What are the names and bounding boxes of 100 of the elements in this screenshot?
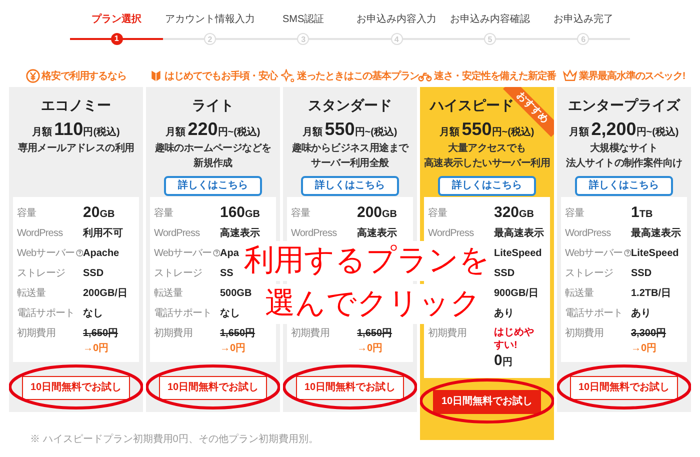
spec-value: Apache	[83, 246, 120, 260]
step-label: お申込み内容確認	[450, 12, 530, 27]
plan-description: 趣味のホームページなどを	[154, 142, 272, 155]
price-label: 月額	[32, 126, 52, 140]
spec-value: なし	[220, 306, 240, 320]
plan-name: エコノミー	[41, 96, 111, 115]
campaign-note: はじめやすい!	[494, 326, 535, 352]
plan-description: 新規作成	[194, 157, 232, 170]
spec-value: 高速表示	[357, 226, 397, 240]
spec-value: LiteSpeed	[494, 246, 542, 260]
details-button[interactable]: 詳しくはこちら	[301, 176, 399, 196]
help-icon[interactable]	[212, 249, 220, 257]
step-label: プラン選択	[92, 12, 142, 27]
spec-value: なし	[83, 306, 103, 320]
spec-label: 電話サポート	[565, 306, 623, 320]
spec-label: 容量	[291, 206, 310, 220]
spec-label: 容量	[565, 206, 584, 220]
spec-label: WordPress	[428, 226, 474, 240]
crown-icon	[562, 69, 577, 83]
discounted-fee: →0円	[83, 342, 110, 356]
spec-value: あり	[631, 306, 651, 320]
price-suffix: 円(税込)	[83, 126, 120, 140]
plan-description: サーバー利用全般	[311, 157, 389, 170]
price-amount: 2,200	[591, 120, 636, 138]
spec-value: 高速表示	[220, 226, 260, 240]
spec-value: 500GB	[220, 286, 252, 300]
details-button[interactable]: 詳しくはこちら	[438, 176, 536, 196]
spec-value: SS	[220, 266, 234, 280]
step-label: SMS認証	[282, 12, 324, 27]
spec-label: ストレージ	[565, 266, 614, 280]
help-icon[interactable]	[76, 249, 83, 257]
price-amount: 550	[462, 120, 492, 138]
spec-value: 160GB	[220, 202, 260, 223]
free-trial-button[interactable]: 10日間無料でお試し	[570, 376, 678, 400]
spec-label: Webサーバー	[565, 246, 623, 260]
spec-label: ストレージ	[154, 266, 202, 280]
footnote: ※ ハイスピードプラン初期費用0円、その他プラン初期費用別。	[30, 432, 318, 447]
spec-value: Apa	[220, 246, 239, 260]
price-amount: 550	[324, 120, 355, 138]
plan-description: 大量アクセスでも	[448, 142, 526, 155]
price-suffix: 円~(税込)	[218, 126, 260, 140]
spec-label: ストレージ	[17, 266, 66, 280]
free-trial-button[interactable]: 10日間無料でお試し	[433, 390, 541, 414]
spec-label: 初期費用	[154, 326, 194, 341]
spec-label: 容量	[154, 206, 174, 220]
spec-label: Webサーバー	[154, 246, 212, 260]
spec-label: 電話サポート	[154, 306, 212, 320]
plan-tagline: 業界最高水準のスペック!	[578, 69, 686, 84]
discounted-fee: →0円	[220, 342, 247, 356]
spec-label: WordPress	[154, 226, 200, 240]
spec-value: あり	[494, 306, 514, 320]
price-label: 月額	[302, 126, 323, 140]
price-amount: 220	[188, 120, 218, 138]
original-fee: 1,650円	[220, 327, 256, 341]
discounted-fee: →0円	[631, 342, 658, 356]
price-suffix: 円~(税込)	[636, 126, 679, 140]
spec-label: 転送量	[17, 286, 46, 300]
spec-label: 容量	[428, 206, 448, 220]
spec-value: 200GB/日	[83, 286, 128, 300]
plan-name: エンタープライズ	[568, 96, 680, 115]
spec-label: WordPress	[291, 226, 337, 240]
price-label: 月額	[166, 126, 186, 140]
spec-label: 容量	[17, 206, 36, 220]
spec-value: 最高速表示	[494, 226, 544, 240]
free-trial-button[interactable]: 10日間無料でお試し	[296, 376, 404, 400]
spec-label: 初期費用	[565, 326, 604, 341]
free-trial-button[interactable]: 10日間無料でお試し	[159, 376, 267, 400]
help-icon[interactable]	[624, 249, 631, 257]
plan-description: 大規模なサイト	[590, 142, 658, 155]
spec-value: 900GB/日	[494, 286, 538, 300]
spec-value: 最高速表示	[631, 226, 681, 240]
spec-label: WordPress	[17, 226, 63, 240]
spec-value: LiteSpeed	[631, 246, 679, 260]
spec-value: 1.2TB/日	[631, 286, 672, 300]
campaign-fee: 0円	[494, 352, 514, 371]
spec-label: 初期費用	[17, 326, 56, 341]
original-fee: 1,650円	[83, 327, 118, 341]
spec-value: SSD	[83, 266, 104, 280]
step-label: お申込み内容入力	[356, 12, 437, 27]
step-number: 1	[110, 33, 123, 45]
spec-label: Webサーバー	[17, 246, 75, 260]
free-trial-button[interactable]: 10日間無料でお試し	[22, 376, 130, 400]
spec-value: SSD	[631, 266, 652, 280]
plan-description: 専用メールアドレスの利用	[18, 142, 134, 155]
yen-icon	[26, 69, 40, 83]
sparkle-icon	[280, 69, 295, 83]
spec-value: 1TB	[631, 202, 653, 223]
discounted-fee: →0円	[357, 342, 384, 356]
details-button[interactable]: 詳しくはこちら	[164, 176, 262, 196]
plan-tagline: 格安で利用するなら	[42, 69, 126, 84]
spec-value: 利用不可	[83, 226, 123, 240]
spec-label: 初期費用	[428, 326, 468, 341]
plan-description: 高速表示したいサーバー利用	[424, 157, 550, 170]
spec-label: 初期費用	[291, 326, 330, 341]
original-fee: 1,650円	[357, 327, 392, 341]
spec-label: 電話サポート	[17, 306, 75, 320]
plan-description: 法人サイトの制作案件向け	[566, 157, 682, 170]
spec-label: 転送量	[154, 286, 183, 300]
details-button[interactable]: 詳しくはこちら	[575, 176, 673, 196]
step-label: アカウント情報入力	[164, 12, 255, 27]
